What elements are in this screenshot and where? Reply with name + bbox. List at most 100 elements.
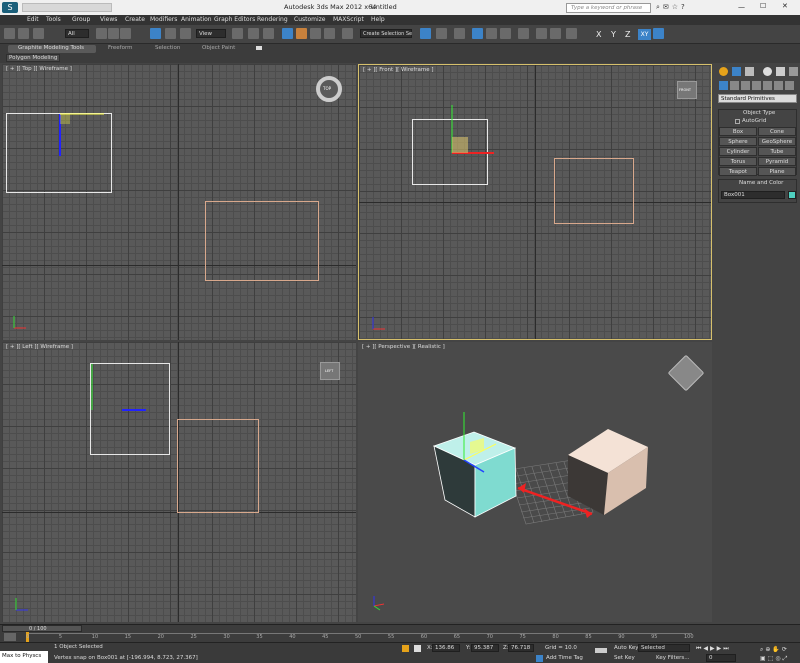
autogrid-checkbox[interactable] (735, 119, 740, 124)
menu-create[interactable]: Create (125, 16, 145, 23)
tube-button[interactable]: Tube (758, 147, 796, 156)
viewport-perspective[interactable]: [ + ][ Perspective ][ Realistic ] (358, 342, 712, 622)
ref-coord-dropdown[interactable]: View (196, 29, 226, 38)
create-tab-icon[interactable] (719, 67, 728, 76)
utilities-tab-icon[interactable] (789, 67, 798, 76)
select-rotate-icon[interactable] (165, 28, 176, 39)
menu-modifiers[interactable]: Modifiers (150, 16, 177, 23)
maximize-button[interactable]: ☐ (760, 2, 766, 10)
category-dropdown[interactable]: Standard Primitives (718, 94, 797, 103)
layer-manager-icon[interactable] (454, 28, 465, 39)
x-coordinate-field[interactable]: 136.86 (432, 644, 460, 652)
select-object-icon[interactable] (96, 28, 107, 39)
modify-tab-icon[interactable] (732, 67, 741, 76)
shapes-icon[interactable] (730, 81, 739, 90)
menu-edit[interactable]: Edit (27, 16, 39, 23)
axis-xy-button[interactable]: XY (638, 29, 651, 40)
hierarchy-tab-icon[interactable] (745, 67, 754, 76)
menu-group[interactable]: Group (72, 16, 90, 23)
viewport-front-label[interactable]: [ + ][ Front ][ Wireframe ] (363, 67, 434, 73)
z-coordinate-field[interactable]: 76.718 (508, 644, 534, 652)
gizmo-move[interactable] (82, 354, 152, 414)
auto-key-button[interactable]: Auto Key (614, 645, 639, 651)
menu-maxscript[interactable]: MAXScript (333, 16, 364, 23)
redo-icon[interactable] (18, 28, 29, 39)
sphere-button[interactable]: Sphere (719, 137, 757, 146)
percent-snap-icon[interactable] (310, 28, 321, 39)
ribbon-tab-freeform[interactable]: Freeform (108, 45, 133, 51)
select-by-name-icon[interactable] (108, 28, 119, 39)
schematic-view-icon[interactable] (500, 28, 511, 39)
object-type-header[interactable]: Object Type (743, 110, 775, 116)
box-wireframe-other[interactable] (205, 201, 319, 281)
playback-controls[interactable]: ⏮◀▶▶⏭ (696, 645, 758, 653)
viewport-front[interactable]: [ + ][ Front ][ Wireframe ] FRONT (358, 64, 712, 340)
viewport-top[interactable]: [ + ][ Top ][ Wireframe ] TOP (2, 64, 356, 340)
menu-graph-editors[interactable]: Graph Editors (214, 16, 255, 23)
cone-button[interactable]: Cone (758, 127, 796, 136)
cylinder-button[interactable]: Cylinder (719, 147, 757, 156)
object-color-swatch[interactable] (788, 191, 796, 199)
infocenter-icons[interactable]: ⌕✉☆? (656, 3, 721, 13)
undo-icon[interactable] (4, 28, 15, 39)
key-filters-button[interactable]: Key Filters... (656, 655, 689, 661)
named-selection-set-dropdown[interactable]: Create Selection Se (360, 29, 412, 38)
curve-editor-icon[interactable] (486, 28, 497, 39)
plane-button[interactable]: Plane (758, 167, 796, 176)
torus-button[interactable]: Torus (719, 157, 757, 166)
manipulate-icon[interactable] (248, 28, 259, 39)
select-scale-icon[interactable] (180, 28, 191, 39)
viewport-top-label[interactable]: [ + ][ Top ][ Wireframe ] (6, 66, 72, 72)
menu-customize[interactable]: Customize (294, 16, 326, 23)
mirror-icon[interactable] (420, 28, 431, 39)
time-slider[interactable]: 0 / 100 (2, 625, 82, 632)
viewcube-icon[interactable]: LEFT (320, 362, 340, 380)
spinner-snap-icon[interactable] (324, 28, 335, 39)
viewport-left[interactable]: [ + ][ Left ][ Wireframe ] LEFT (2, 342, 356, 622)
ribbon-tab-selection[interactable]: Selection (155, 45, 180, 51)
axis-y-button[interactable]: Y (611, 30, 616, 39)
systems-icon[interactable] (785, 81, 794, 90)
menu-tools[interactable]: Tools (46, 16, 61, 23)
axis-x-button[interactable]: X (596, 30, 601, 39)
selection-filter-dropdown[interactable]: All (65, 29, 89, 38)
pivot-icon[interactable] (232, 28, 243, 39)
name-color-header[interactable]: Name and Color (739, 180, 783, 186)
current-frame-field[interactable]: 0 (706, 654, 736, 662)
rect-selection-icon[interactable] (120, 28, 131, 39)
angle-snap-icon[interactable] (296, 28, 307, 39)
select-move-icon[interactable] (150, 28, 161, 39)
add-time-tag[interactable]: Add Time Tag (546, 655, 583, 661)
key-icon[interactable] (595, 648, 607, 653)
mini-curve-editor-icon[interactable] (4, 633, 16, 641)
app-logo-icon[interactable]: S (2, 2, 18, 13)
display-tab-icon[interactable] (776, 67, 785, 76)
viewport-left-label[interactable]: [ + ][ Left ][ Wireframe ] (6, 344, 73, 350)
graphite-toggle-icon[interactable] (472, 28, 483, 39)
menu-help[interactable]: Help (371, 16, 385, 23)
teapot-button[interactable]: Teapot (719, 167, 757, 176)
helpers-icon[interactable] (763, 81, 772, 90)
y-coordinate-field[interactable]: 95.387 (471, 644, 499, 652)
gizmo-move[interactable] (52, 104, 112, 164)
keyboard-shortcut-icon[interactable] (263, 28, 274, 39)
edit-named-selection-icon[interactable] (342, 28, 353, 39)
geosphere-button[interactable]: GeoSphere (758, 137, 796, 146)
gizmo-move[interactable] (444, 95, 504, 155)
axis-z-button[interactable]: Z (625, 30, 630, 39)
box-wireframe-other[interactable] (554, 158, 634, 224)
geometry-icon[interactable] (719, 81, 728, 90)
key-mode-dropdown[interactable]: Selected (638, 644, 690, 652)
menu-animation[interactable]: Animation (181, 16, 212, 23)
ribbon-options-icon[interactable] (256, 46, 262, 50)
lock-selection-icon[interactable] (402, 645, 409, 652)
viewcube-icon[interactable]: FRONT (677, 81, 697, 99)
lights-icon[interactable] (741, 81, 750, 90)
cameras-icon[interactable] (752, 81, 761, 90)
close-button[interactable]: ✕ (782, 2, 788, 10)
snap-toggle-icon[interactable] (282, 28, 293, 39)
steering-wheel-icon[interactable]: TOP (316, 76, 342, 102)
motion-tab-icon[interactable] (763, 67, 772, 76)
ribbon-tab-graphite[interactable]: Graphite Modeling Tools (8, 45, 96, 53)
maxscript-listener[interactable]: Max to Physcs (0, 651, 48, 663)
